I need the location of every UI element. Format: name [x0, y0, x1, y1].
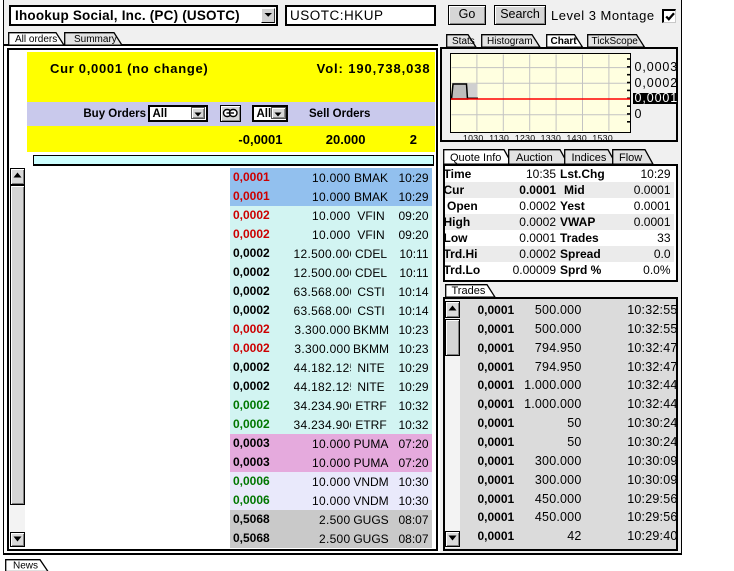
svg-text:TickScope: TickScope: [591, 36, 638, 47]
svg-text:Trades: Trades: [452, 285, 486, 297]
svg-text:Histogram: Histogram: [487, 36, 533, 47]
svg-text:Indices: Indices: [572, 152, 607, 164]
svg-text:Summary: Summary: [74, 34, 117, 45]
svg-text:Auction: Auction: [516, 152, 553, 164]
svg-text:Flow: Flow: [619, 152, 642, 164]
svg-text:All orders: All orders: [15, 34, 57, 45]
svg-text:Quote Info: Quote Info: [450, 152, 501, 164]
svg-text:News: News: [13, 560, 38, 571]
svg-text:Stats: Stats: [452, 36, 475, 47]
svg-text:Chart: Chart: [551, 36, 578, 47]
